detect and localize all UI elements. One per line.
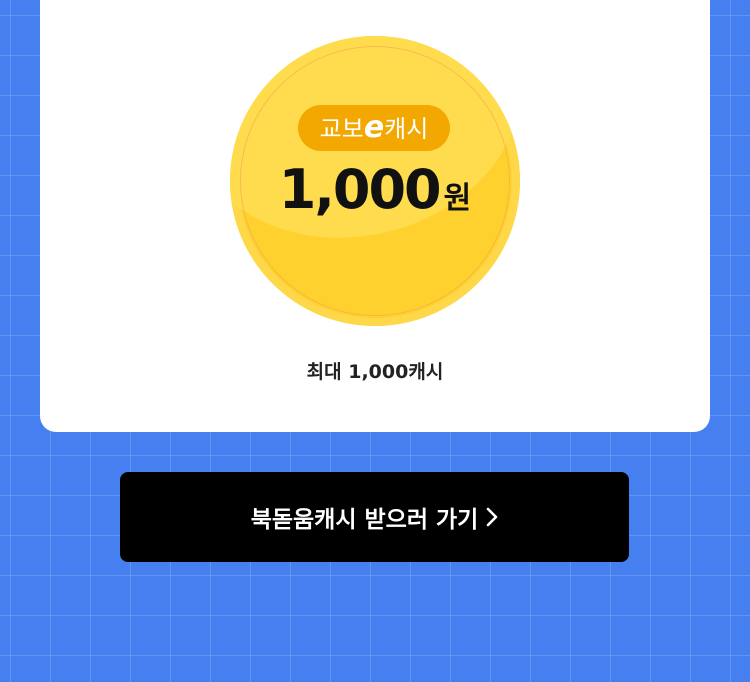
amount-value: 1,000 [278, 158, 442, 221]
amount-unit: 원 [443, 181, 472, 216]
reward-card: 교보e캐시 1,000 원 최대 1,000캐시 [40, 0, 710, 432]
chevron-right-icon [487, 507, 498, 527]
cash-amount: 1,000 원 [230, 158, 520, 221]
badge-prefix: 교보 [319, 115, 364, 143]
cash-brand-badge: 교보e캐시 [298, 105, 450, 151]
cash-coin: 교보e캐시 1,000 원 [230, 36, 520, 326]
max-cash-note: 최대 1,000캐시 [306, 361, 444, 383]
get-cash-button-label: 북돋움캐시 받으러 가기 [250, 507, 479, 533]
badge-suffix: 캐시 [384, 115, 429, 143]
get-cash-button[interactable]: 북돋움캐시 받으러 가기 [120, 472, 629, 562]
badge-letter: e [363, 110, 385, 145]
